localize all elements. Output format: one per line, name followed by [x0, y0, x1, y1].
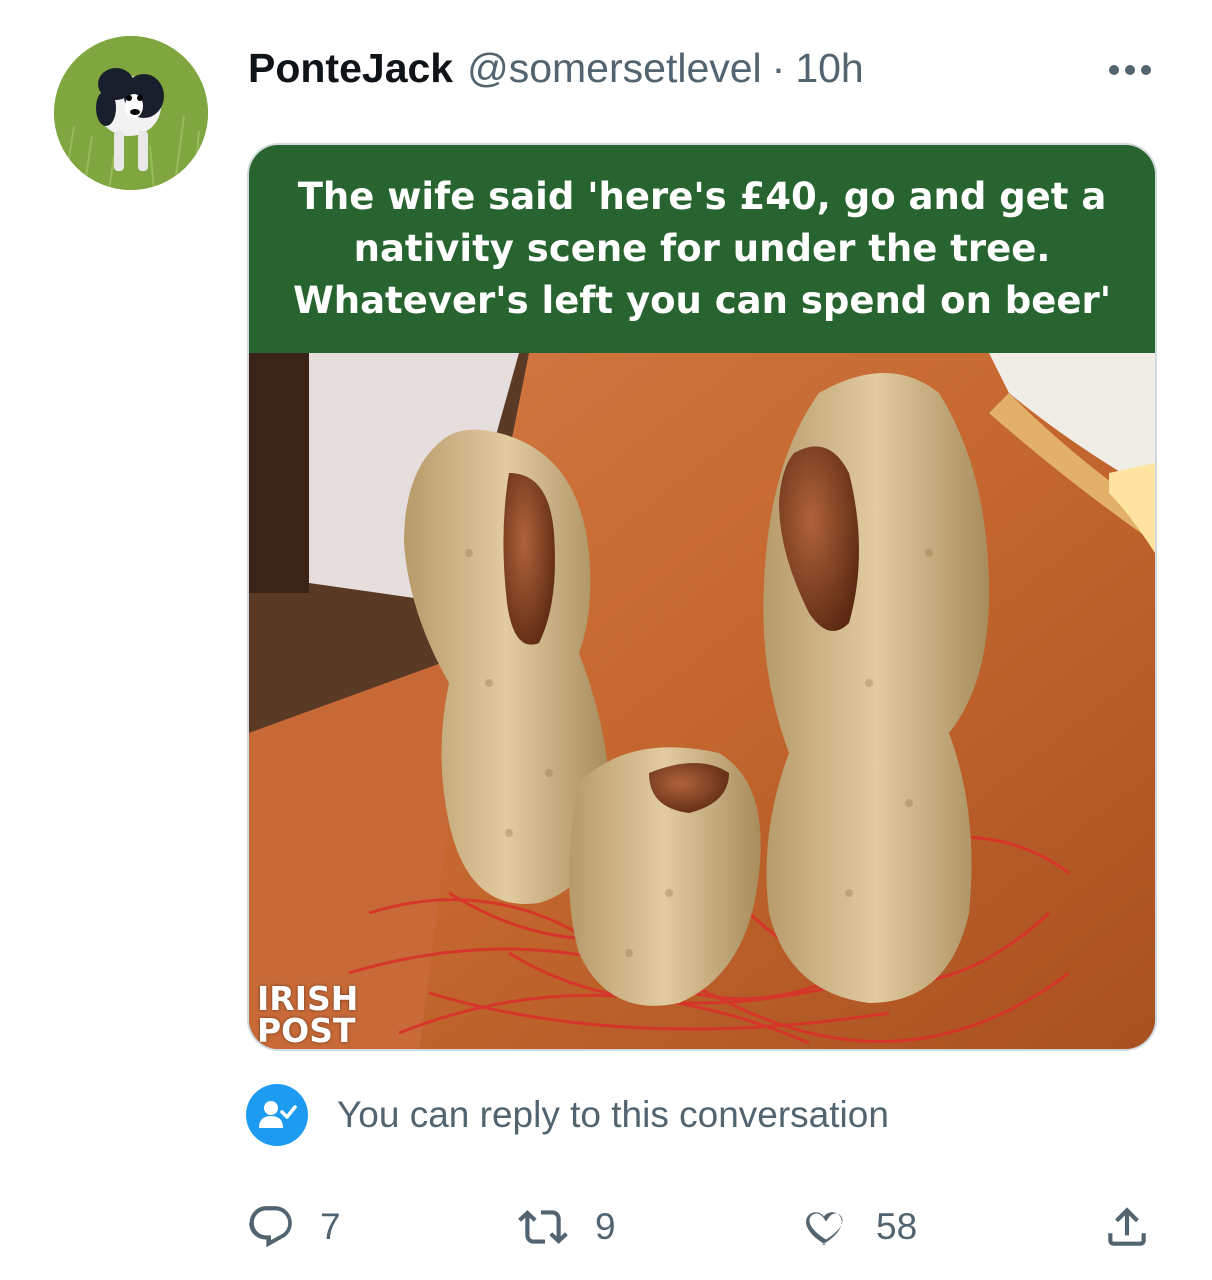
tweet-header: PonteJack @somersetlevel · 10h	[248, 40, 864, 96]
more-icon[interactable]	[1100, 50, 1160, 90]
irish-post-watermark: IRISH POST	[257, 982, 358, 1050]
reply-permission-notice: You can reply to this conversation	[246, 1084, 889, 1146]
reply-notice-text: You can reply to this conversation	[337, 1094, 889, 1135]
reply-icon	[249, 1206, 292, 1248]
heart-icon	[806, 1212, 843, 1245]
retweet-count: 9	[595, 1206, 616, 1247]
reply-count: 7	[320, 1206, 341, 1247]
tweet-media[interactable]: The wife said 'here's £40, go and get a …	[247, 143, 1157, 1051]
tweet-action-bar: 7 9 58	[0, 1190, 1212, 1264]
like-count: 58	[876, 1206, 918, 1247]
share-button[interactable]	[1102, 1190, 1152, 1264]
peanut-photo	[249, 353, 1155, 1049]
person-check-icon	[246, 1084, 308, 1146]
avatar-image	[54, 36, 208, 190]
retweet-button[interactable]: 9	[515, 1190, 616, 1264]
share-icon	[1108, 1207, 1146, 1246]
separator-dot: ·	[771, 44, 786, 91]
tweet: PonteJack @somersetlevel · 10h The wife …	[0, 0, 1212, 1280]
avatar[interactable]	[54, 36, 208, 190]
meme-caption: The wife said 'here's £40, go and get a …	[292, 175, 1112, 322]
timestamp[interactable]: 10h	[795, 45, 863, 92]
user-handle[interactable]: @somersetlevel	[467, 45, 762, 92]
like-button[interactable]: 58	[800, 1190, 917, 1264]
display-name[interactable]: PonteJack	[248, 45, 453, 92]
retweet-icon	[518, 1210, 568, 1244]
meme-caption-banner: The wife said 'here's £40, go and get a …	[249, 145, 1155, 353]
watermark-line-2: POST	[257, 1011, 356, 1050]
reply-button[interactable]: 7	[246, 1190, 341, 1264]
